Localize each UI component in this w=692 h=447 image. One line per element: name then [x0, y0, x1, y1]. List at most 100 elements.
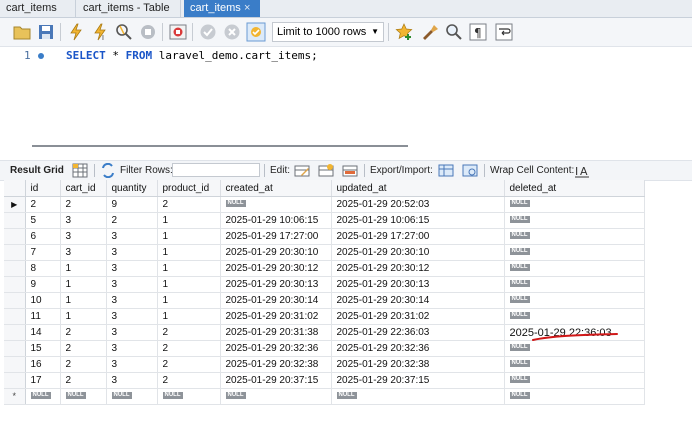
- table-cell-cart-id[interactable]: 2: [60, 324, 107, 341]
- column-header-quantity[interactable]: quantity: [106, 180, 158, 197]
- row-header[interactable]: [4, 244, 26, 261]
- table-cell-id[interactable]: 9: [25, 276, 61, 293]
- row-header[interactable]: [4, 340, 26, 357]
- table-cell-quantity[interactable]: 3: [106, 372, 158, 389]
- beautify-icon[interactable]: [420, 22, 440, 42]
- toggle-error-icon[interactable]: [168, 22, 188, 42]
- table-cell-product-id[interactable]: 1: [157, 228, 221, 245]
- column-header-id[interactable]: id: [25, 180, 61, 197]
- table-cell-product-id[interactable]: 2: [157, 324, 221, 341]
- table-cell-quantity[interactable]: 3: [106, 260, 158, 277]
- open-file-icon[interactable]: [12, 22, 32, 42]
- table-row[interactable]: 7 3 3 1 2025-01-29 20:30:10 2025-01-29 20:30:…: [4, 244, 645, 261]
- table-cell-created-at[interactable]: 2025-01-29 20:37:15: [220, 372, 332, 389]
- table-cell-updated-at[interactable]: 2025-01-29 20:52:03: [331, 196, 505, 213]
- table-cell-updated-at[interactable]: 2025-01-29 20:32:38: [331, 356, 505, 373]
- table-cell-cart-id[interactable]: 3: [60, 212, 107, 229]
- table-cell-quantity[interactable]: 2: [106, 212, 158, 229]
- export-icon[interactable]: [438, 163, 454, 178]
- table-cell-product-id[interactable]: 1: [157, 260, 221, 277]
- column-header-created-at[interactable]: created_at: [220, 180, 332, 197]
- table-row[interactable]: 6 3 3 1 2025-01-29 17:27:00 2025-01-29 17:27:…: [4, 228, 645, 245]
- table-cell-created-at[interactable]: 2025-01-29 17:27:00: [220, 228, 332, 245]
- table-cell-updated-at[interactable]: NULL: [331, 388, 505, 405]
- tab-cart-items-active[interactable]: cart_items ×: [184, 0, 260, 17]
- table-cell-id[interactable]: 15: [25, 340, 61, 357]
- table-cell-quantity[interactable]: 3: [106, 324, 158, 341]
- row-header[interactable]: [4, 292, 26, 309]
- table-cell-cart-id[interactable]: 3: [60, 244, 107, 261]
- table-cell-updated-at[interactable]: 2025-01-29 20:30:12: [331, 260, 505, 277]
- column-header-deleted-at[interactable]: deleted_at: [504, 180, 645, 197]
- table-cell-updated-at[interactable]: 2025-01-29 20:37:15: [331, 372, 505, 389]
- add-row-icon[interactable]: [318, 163, 334, 178]
- table-cell-id[interactable]: 17: [25, 372, 61, 389]
- table-row[interactable]: 10 1 3 1 2025-01-29 20:30:14 2025-01-29 20:30…: [4, 292, 645, 309]
- table-cell-created-at[interactable]: 2025-01-29 20:30:14: [220, 292, 332, 309]
- table-cell-deleted-at[interactable]: NULL: [504, 244, 645, 261]
- table-cell-deleted-at[interactable]: NULL: [504, 276, 645, 293]
- table-cell-updated-at[interactable]: 2025-01-29 20:32:36: [331, 340, 505, 357]
- save-icon[interactable]: [36, 22, 56, 42]
- table-cell-created-at[interactable]: 2025-01-29 20:32:36: [220, 340, 332, 357]
- execute-icon[interactable]: [66, 22, 86, 42]
- table-cell-id[interactable]: 16: [25, 356, 61, 373]
- table-cell-product-id[interactable]: 2: [157, 372, 221, 389]
- table-cell-quantity[interactable]: 3: [106, 308, 158, 325]
- table-cell-id[interactable]: 6: [25, 228, 61, 245]
- table-cell-quantity[interactable]: 9: [106, 196, 158, 213]
- table-cell-product-id[interactable]: 1: [157, 308, 221, 325]
- table-cell-updated-at[interactable]: 2025-01-29 20:30:14: [331, 292, 505, 309]
- table-cell-id[interactable]: 7: [25, 244, 61, 261]
- table-row[interactable]: 5 3 2 1 2025-01-29 10:06:15 2025-01-29 10:06:…: [4, 212, 645, 229]
- table-cell-id[interactable]: 14: [25, 324, 61, 341]
- sql-editor[interactable]: 1 SELECT * FROM laravel_demo.cart_items;: [0, 47, 692, 142]
- table-cell-updated-at[interactable]: 2025-01-29 17:27:00: [331, 228, 505, 245]
- table-cell-created-at[interactable]: 2025-01-29 20:32:38: [220, 356, 332, 373]
- table-row[interactable]: 17 2 3 2 2025-01-29 20:37:15 2025-01-29 20:37…: [4, 372, 645, 389]
- stop-icon[interactable]: [138, 22, 158, 42]
- row-header[interactable]: [4, 276, 26, 293]
- import-icon[interactable]: [462, 163, 478, 178]
- table-cell-product-id[interactable]: 2: [157, 356, 221, 373]
- table-cell-cart-id[interactable]: 2: [60, 372, 107, 389]
- table-cell-created-at[interactable]: NULL: [220, 388, 332, 405]
- panel-splitter[interactable]: [32, 145, 408, 147]
- table-cell-product-id[interactable]: 1: [157, 244, 221, 261]
- table-cell-cart-id[interactable]: 3: [60, 228, 107, 245]
- table-cell-cart-id[interactable]: NULL: [60, 388, 107, 405]
- row-header[interactable]: *: [4, 388, 26, 405]
- table-cell-deleted-at[interactable]: NULL: [504, 308, 645, 325]
- table-cell-quantity[interactable]: 3: [106, 356, 158, 373]
- table-cell-id[interactable]: 8: [25, 260, 61, 277]
- commit-icon[interactable]: [198, 22, 218, 42]
- table-cell-created-at[interactable]: 2025-01-29 10:06:15: [220, 212, 332, 229]
- find-icon[interactable]: [444, 22, 464, 42]
- table-cell-created-at[interactable]: NULL: [220, 196, 332, 213]
- grid-view-icon[interactable]: [72, 163, 88, 178]
- table-cell-cart-id[interactable]: 1: [60, 308, 107, 325]
- table-cell-created-at[interactable]: 2025-01-29 20:30:10: [220, 244, 332, 261]
- column-header-cart-id[interactable]: cart_id: [60, 180, 107, 197]
- table-cell-deleted-at[interactable]: NULL: [504, 388, 645, 405]
- table-cell-product-id[interactable]: 1: [157, 276, 221, 293]
- new-row[interactable]: * NULL NULL NULL NULL NULL NULL NULL: [4, 388, 645, 405]
- table-cell-updated-at[interactable]: 2025-01-29 22:36:03: [331, 324, 505, 341]
- table-row[interactable]: 8 1 3 1 2025-01-29 20:30:12 2025-01-29 20:30:…: [4, 260, 645, 277]
- table-cell-deleted-at[interactable]: NULL: [504, 196, 645, 213]
- table-cell-id[interactable]: 2: [25, 196, 61, 213]
- column-header-product-id[interactable]: product_id: [157, 180, 221, 197]
- row-header[interactable]: [4, 228, 26, 245]
- table-cell-quantity[interactable]: NULL: [106, 388, 158, 405]
- table-cell-cart-id[interactable]: 1: [60, 260, 107, 277]
- execute-current-icon[interactable]: I: [90, 22, 110, 42]
- table-cell-cart-id[interactable]: 1: [60, 276, 107, 293]
- table-row[interactable]: ▶ 2 2 9 2 NULL 2025-01-29 20:52:03 NULL: [4, 196, 645, 213]
- table-cell-cart-id[interactable]: 2: [60, 340, 107, 357]
- edit-row-icon[interactable]: [294, 163, 310, 178]
- table-cell-product-id[interactable]: 2: [157, 196, 221, 213]
- table-cell-deleted-at[interactable]: NULL: [504, 228, 645, 245]
- row-header[interactable]: [4, 372, 26, 389]
- table-cell-deleted-at[interactable]: NULL: [504, 260, 645, 277]
- table-cell-cart-id[interactable]: 2: [60, 356, 107, 373]
